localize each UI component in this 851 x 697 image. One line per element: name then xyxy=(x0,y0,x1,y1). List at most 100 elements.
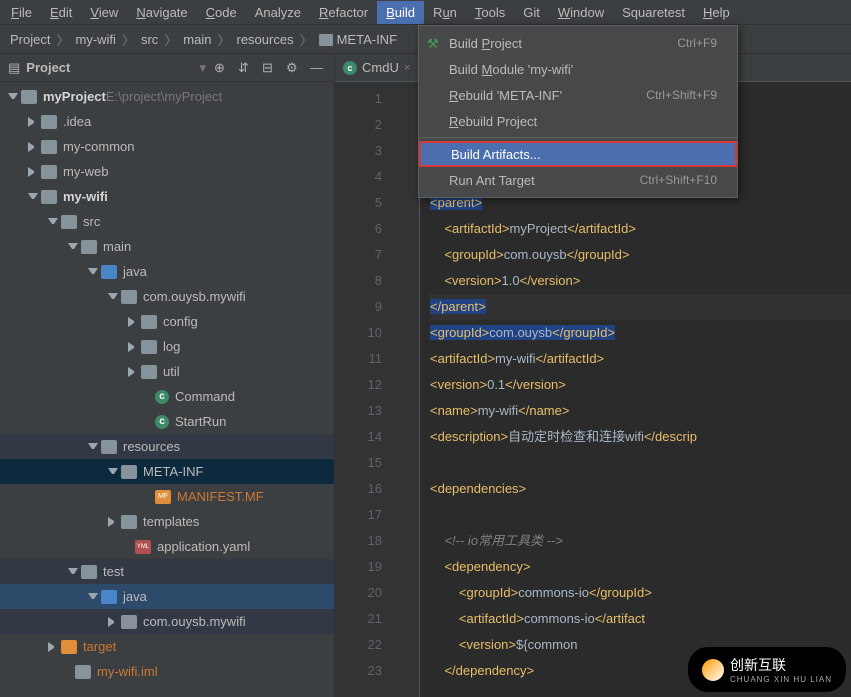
breadcrumb-item[interactable]: main xyxy=(177,32,217,47)
hammer-icon: ⚒ xyxy=(427,36,441,50)
tree-item[interactable]: c StartRun xyxy=(0,409,334,434)
tree-item[interactable]: META-INF xyxy=(0,459,334,484)
menu-squaretest[interactable]: Squaretest xyxy=(613,1,694,24)
tree-item[interactable]: my-wifi xyxy=(0,184,334,209)
tree-arrow-icon[interactable] xyxy=(48,218,58,228)
editor-tab[interactable]: cCmdU× xyxy=(335,54,419,82)
menu-edit[interactable]: Edit xyxy=(41,1,81,24)
tree-item[interactable]: com.ouysb.mywifi xyxy=(0,284,334,309)
tree-arrow-icon[interactable] xyxy=(48,642,58,652)
close-icon[interactable]: × xyxy=(404,62,410,74)
tree-label: main xyxy=(103,239,131,254)
menu-item-run-ant-target[interactable]: Run Ant TargetCtrl+Shift+F10 xyxy=(419,167,737,193)
tree-item[interactable]: my-web xyxy=(0,159,334,184)
breadcrumb-item[interactable]: my-wifi xyxy=(69,32,121,47)
menu-refactor[interactable]: Refactor xyxy=(310,1,377,24)
folder-icon xyxy=(141,365,157,379)
shortcut: Ctrl+F9 xyxy=(677,36,717,50)
folder-icon xyxy=(141,340,157,354)
tree-arrow-icon[interactable] xyxy=(88,268,98,278)
tree-arrow-icon[interactable] xyxy=(108,293,118,303)
project-sidebar: ▤ Project ▾ ⊕ ⇵ ⊟ ⚙ — myProject E:\proje… xyxy=(0,54,335,697)
menu-analyze[interactable]: Analyze xyxy=(246,1,310,24)
tree-arrow-icon[interactable] xyxy=(68,243,78,253)
tree-item[interactable]: target xyxy=(0,634,334,659)
breadcrumb-item[interactable]: resources xyxy=(231,32,300,47)
menu-tools[interactable]: Tools xyxy=(466,1,514,24)
tree-item[interactable]: templates xyxy=(0,509,334,534)
menu-build[interactable]: Build xyxy=(377,1,424,24)
tree-item[interactable]: java xyxy=(0,259,334,284)
breadcrumb-item[interactable]: META-INF xyxy=(313,32,403,47)
tree-arrow-icon[interactable] xyxy=(88,593,98,603)
menu-file[interactable]: File xyxy=(2,1,41,24)
tree-item[interactable]: com.ouysb.mywifi xyxy=(0,609,334,634)
tree-item[interactable]: test xyxy=(0,559,334,584)
tree-item[interactable]: YMLapplication.yaml xyxy=(0,534,334,559)
hide-icon[interactable]: — xyxy=(310,60,326,76)
menu-git[interactable]: Git xyxy=(514,1,549,24)
build-menu-dropdown: ⚒Build ProjectCtrl+F9Build Module 'my-wi… xyxy=(418,25,738,198)
tree-item[interactable]: config xyxy=(0,309,334,334)
tree-item[interactable]: src xyxy=(0,209,334,234)
menu-separator xyxy=(419,137,737,138)
tree-item[interactable]: java xyxy=(0,584,334,609)
project-tool-icon[interactable]: ▤ xyxy=(8,60,20,76)
menubar: FileEditViewNavigateCodeAnalyzeRefactorB… xyxy=(0,0,851,25)
menu-navigate[interactable]: Navigate xyxy=(127,1,196,24)
menu-item-build-project[interactable]: ⚒Build ProjectCtrl+F9 xyxy=(419,30,737,56)
tree-item[interactable]: main xyxy=(0,234,334,259)
folder-icon xyxy=(41,115,57,129)
chevron-down-icon[interactable]: ▾ xyxy=(199,60,206,76)
folder-icon: MF xyxy=(155,490,171,504)
tree-arrow-icon[interactable] xyxy=(128,342,138,352)
tree-item[interactable]: log xyxy=(0,334,334,359)
tree-arrow-icon[interactable] xyxy=(88,443,98,453)
tree-item[interactable]: my-wifi.iml xyxy=(0,659,334,684)
target-icon[interactable]: ⊕ xyxy=(214,60,230,76)
class-icon: c xyxy=(155,415,169,429)
tree-arrow-icon[interactable] xyxy=(28,193,38,203)
tree-label: java xyxy=(123,264,147,279)
tree-item[interactable]: resources xyxy=(0,434,334,459)
shortcut: Ctrl+Shift+F9 xyxy=(646,88,717,102)
breadcrumb-item[interactable]: Project xyxy=(4,32,56,47)
menu-item-build-module-my-wifi-[interactable]: Build Module 'my-wifi' xyxy=(419,56,737,82)
gear-icon[interactable]: ⚙ xyxy=(286,60,302,76)
tree-item[interactable]: c Command xyxy=(0,384,334,409)
tree-arrow-icon[interactable] xyxy=(128,317,138,327)
tree-arrow-icon[interactable] xyxy=(28,142,38,152)
tree-item[interactable]: myProject E:\project\myProject xyxy=(0,84,334,109)
tree-item[interactable]: util xyxy=(0,359,334,384)
collapse-icon[interactable]: ⊟ xyxy=(262,60,278,76)
menu-help[interactable]: Help xyxy=(694,1,739,24)
tree-item[interactable]: .idea xyxy=(0,109,334,134)
tree-arrow-icon[interactable] xyxy=(108,468,118,478)
breadcrumb-item[interactable]: src xyxy=(135,32,164,47)
tree-arrow-icon[interactable] xyxy=(108,517,118,527)
expand-icon[interactable]: ⇵ xyxy=(238,60,254,76)
tree-arrow-icon[interactable] xyxy=(108,617,118,627)
folder-icon xyxy=(121,465,137,479)
tree-arrow-icon[interactable] xyxy=(28,167,38,177)
menu-item-rebuild-meta-inf-[interactable]: Rebuild 'META-INF'Ctrl+Shift+F9 xyxy=(419,82,737,108)
menu-run[interactable]: Run xyxy=(424,1,466,24)
menu-item-rebuild-project[interactable]: Rebuild Project xyxy=(419,108,737,134)
tree-arrow-icon[interactable] xyxy=(28,117,38,127)
tree-label: StartRun xyxy=(175,414,226,429)
tree-arrow-icon[interactable] xyxy=(8,93,18,103)
menu-code[interactable]: Code xyxy=(197,1,246,24)
class-icon: c xyxy=(343,61,357,75)
tree-item[interactable]: my-common xyxy=(0,134,334,159)
line-gutter: 1234567891011121314151617181920212223 xyxy=(335,82,390,697)
menu-window[interactable]: Window xyxy=(549,1,613,24)
tree-item[interactable]: MFMANIFEST.MF xyxy=(0,484,334,509)
class-icon: c xyxy=(155,390,169,404)
tree-label: config xyxy=(163,314,198,329)
tree-label: Command xyxy=(175,389,235,404)
menu-view[interactable]: View xyxy=(81,1,127,24)
tree-arrow-icon[interactable] xyxy=(128,367,138,377)
menu-item-build-artifacts-[interactable]: Build Artifacts... xyxy=(419,141,737,167)
tree-arrow-icon[interactable] xyxy=(68,568,78,578)
breadcrumb-sep: 〉 xyxy=(122,30,135,49)
